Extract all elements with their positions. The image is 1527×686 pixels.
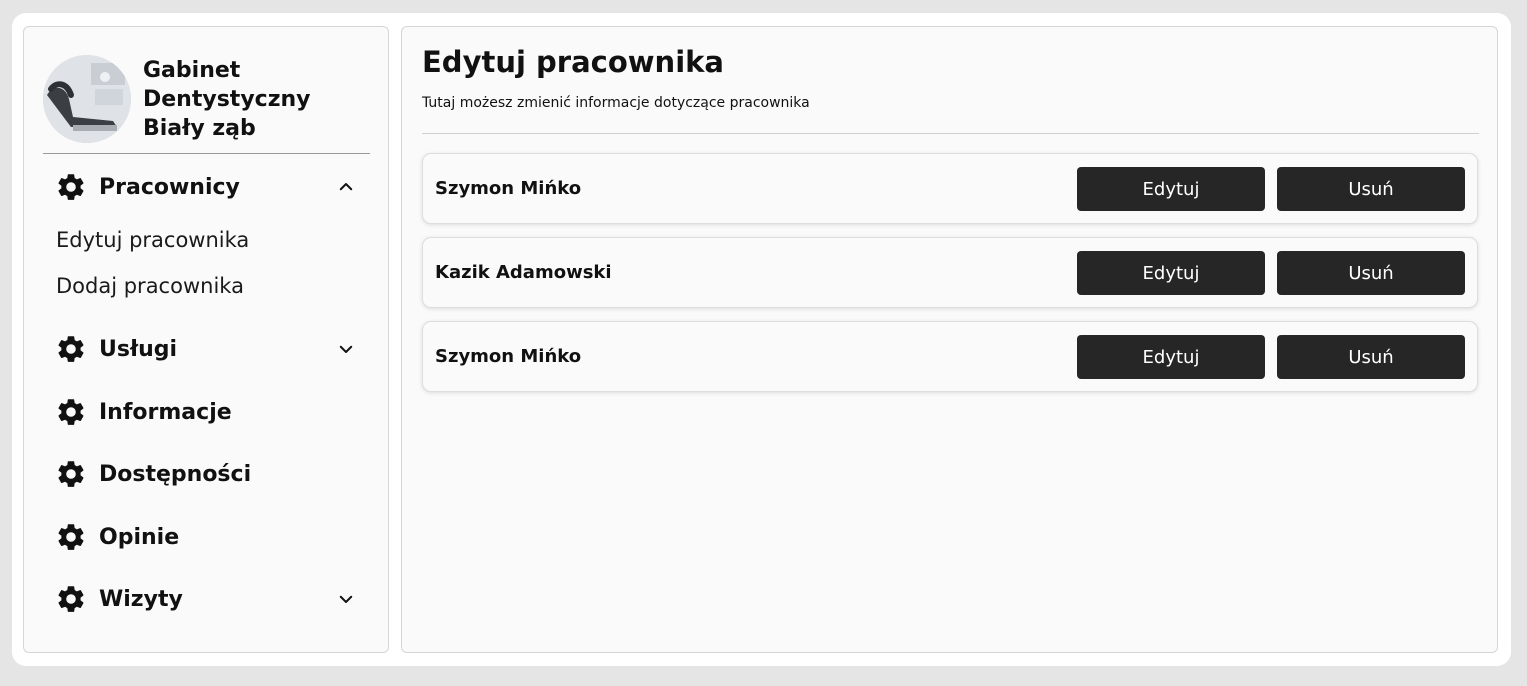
sidebar-divider xyxy=(43,153,370,154)
gear-icon xyxy=(55,458,87,490)
sidebar-item-label: Pracownicy xyxy=(99,174,240,200)
gear-icon xyxy=(55,396,87,428)
chevron-down-icon[interactable] xyxy=(337,340,355,358)
delete-employee-button[interactable]: Usuń xyxy=(1277,167,1465,211)
sidebar-item-label: Opinie xyxy=(99,524,180,550)
sidebar-subitem-dodaj-pracownika[interactable]: Dodaj pracownika xyxy=(56,274,244,298)
chevron-up-icon[interactable] xyxy=(337,178,355,196)
employee-row: Kazik Adamowski Edytuj Usuń xyxy=(422,237,1478,308)
edit-employee-button[interactable]: Edytuj xyxy=(1077,251,1265,295)
page-title: Edytuj pracownika xyxy=(422,45,724,79)
brand[interactable]: Gabinet Dentystyczny Biały ząb xyxy=(43,45,369,153)
main-panel: Edytuj pracownika Tutaj możesz zmienić i… xyxy=(401,26,1498,653)
sidebar-item-dostepnosci[interactable]: Dostępności xyxy=(55,454,355,494)
employee-row: Szymon Mińko Edytuj Usuń xyxy=(422,321,1478,392)
clinic-name: Gabinet Dentystyczny Biały ząb xyxy=(143,56,343,143)
sidebar-item-opinie[interactable]: Opinie xyxy=(55,517,355,557)
gear-icon xyxy=(55,521,87,553)
gear-icon xyxy=(55,171,87,203)
clinic-logo xyxy=(43,55,131,143)
employee-name: Szymon Mińko xyxy=(435,178,582,199)
title-divider xyxy=(422,133,1479,134)
edit-employee-button[interactable]: Edytuj xyxy=(1077,167,1265,211)
chevron-down-icon[interactable] xyxy=(337,590,355,608)
gear-icon xyxy=(55,583,87,615)
sidebar-item-label: Usługi xyxy=(99,336,178,362)
employee-name: Szymon Mińko xyxy=(435,346,582,367)
employee-row: Szymon Mińko Edytuj Usuń xyxy=(422,153,1478,224)
clinic-name-line1: Gabinet xyxy=(143,57,241,83)
clinic-name-line2: Dentystyczny xyxy=(143,86,311,112)
clinic-name-line3: Biały ząb xyxy=(143,115,256,141)
edit-employee-button[interactable]: Edytuj xyxy=(1077,335,1265,379)
sidebar-item-uslugi[interactable]: Usługi xyxy=(55,329,355,369)
sidebar-item-pracownicy[interactable]: Pracownicy xyxy=(55,167,355,207)
sidebar: Gabinet Dentystyczny Biały ząb Pracownic… xyxy=(23,26,389,653)
sidebar-item-wizyty[interactable]: Wizyty xyxy=(55,579,355,619)
sidebar-item-label: Informacje xyxy=(99,399,232,425)
sidebar-item-informacje[interactable]: Informacje xyxy=(55,392,355,432)
sidebar-subitem-edytuj-pracownika[interactable]: Edytuj pracownika xyxy=(56,228,249,252)
delete-employee-button[interactable]: Usuń xyxy=(1277,251,1465,295)
page-subtitle: Tutaj możesz zmienić informacje dotycząc… xyxy=(422,95,810,111)
employee-name: Kazik Adamowski xyxy=(435,262,612,283)
delete-employee-button[interactable]: Usuń xyxy=(1277,335,1465,379)
sidebar-item-label: Dostępności xyxy=(99,461,252,487)
gear-icon xyxy=(55,333,87,365)
sidebar-item-label: Wizyty xyxy=(99,586,183,612)
